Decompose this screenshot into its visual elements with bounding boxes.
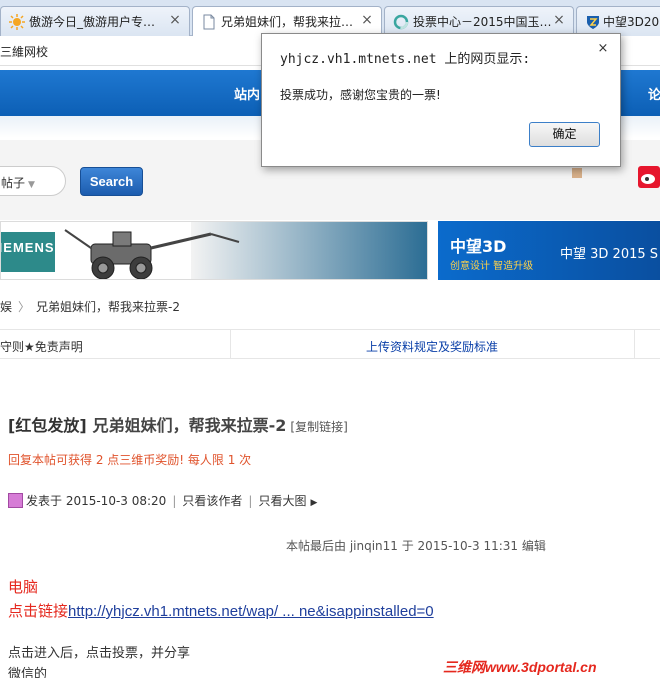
close-icon[interactable]: × (359, 12, 375, 28)
breadcrumb: 娱〉兄弟姐妹们，帮我来拉票-2 (0, 298, 180, 315)
zw3d-tagline: 创意设计 智造升级 (450, 261, 534, 272)
page-icon (201, 14, 217, 30)
divider (230, 330, 231, 358)
post-content-line: 点击进入后，点击投票，并分享 (8, 646, 191, 661)
nav-item-forum[interactable]: 论 (648, 84, 660, 103)
tab-vote-center[interactable]: 投票中心－2015中国玉… × (384, 6, 574, 36)
only-images-link[interactable]: 只看大图 (258, 494, 306, 508)
browser-tab-bar: 傲游今日_傲游用户专… × 兄弟姐妹们，帮我来拉… × 投票中心－2015中国玉… (0, 0, 660, 37)
post-content-line: 电脑 (8, 578, 39, 596)
share-icon[interactable] (572, 168, 582, 178)
breadcrumb-current[interactable]: 兄弟姐妹们，帮我来拉票-2 (36, 300, 180, 314)
thread-title: [红包发放] 兄弟姐妹们，帮我来拉票-2 [复制链接] (8, 412, 348, 436)
copy-link-button[interactable]: [复制链接] (290, 420, 347, 434)
shield-logo-icon (585, 14, 601, 30)
ad-banner-zw3d[interactable]: 中望3D 创意设计 智造升级 中望 3D 2015 S (438, 221, 660, 280)
close-icon[interactable]: × (167, 12, 183, 28)
robot-machine-illustration (64, 229, 240, 279)
tab-label: 傲游今日_傲游用户专… (29, 15, 156, 29)
link-label: 点击链接 (8, 602, 69, 620)
post-content-line: 点击链接http://yhjcz.vh1.mtnets.net/wap/ ...… (8, 600, 434, 621)
reward-notice: 回复本帖可获得 2 点三维币奖励! 每人限 1 次 (8, 453, 252, 467)
vote-url-link[interactable]: http://yhjcz.vh1.mtnets.net/wap/ ... ne&… (68, 603, 434, 620)
search-button[interactable]: Search (80, 167, 143, 196)
tab-label: 兄弟姐妹们，帮我来拉… (221, 15, 354, 29)
site-name[interactable]: 三維网校 (0, 43, 48, 60)
divider (634, 330, 635, 358)
tab-zwsoft[interactable]: 中望3D201… (576, 6, 660, 36)
site-watermark: 三维网www.3dportal.cn (443, 659, 597, 675)
tab-maxthon-today[interactable]: 傲游今日_傲游用户专… × (0, 6, 190, 36)
loading-ring-icon (393, 14, 409, 30)
siemens-logo: SIEMENS (1, 232, 55, 272)
close-icon[interactable]: × (551, 12, 567, 28)
thread-prefix-tag[interactable]: [红包发放] (8, 416, 87, 435)
close-icon[interactable]: × (596, 42, 610, 56)
chevron-down-icon: ▼ (28, 180, 35, 190)
js-alert-dialog: yhjcz.vh1.mtnets.net 上的网页显示: × 投票成功，感谢您宝… (261, 33, 621, 167)
post-meta: 发表于 2015-10-3 08:20 | 只看该作者 | 只看大图 ▶ (8, 492, 317, 509)
maxthon-sun-icon (9, 14, 25, 30)
alert-message: 投票成功，感谢您宝贵的一票! (280, 88, 441, 102)
zw3d-product-text: 中望 3D 2015 S (560, 247, 659, 262)
only-author-link[interactable]: 只看该作者 (182, 494, 242, 508)
upload-rules-link[interactable]: 上传资料规定及奖励标准 (366, 338, 498, 355)
nav-item-site[interactable]: 站内 (234, 84, 260, 103)
siemens-logo-text: SIEMENS (0, 240, 55, 255)
breadcrumb-prev[interactable]: 娱 (0, 300, 12, 314)
ad-banner-siemens[interactable]: SIEMENS (0, 221, 428, 280)
post-content-line: 微信的 (8, 667, 48, 678)
notice-row: 守则★免责声明 上传资料规定及奖励标准 (0, 329, 660, 359)
post-date: 发表于 2015-10-3 08:20 (26, 494, 167, 508)
tab-label: 投票中心－2015中国玉… (413, 15, 552, 29)
zw3d-logo: 中望3D (450, 237, 507, 256)
ok-button[interactable]: 确定 (529, 122, 600, 147)
thread-subject: 兄弟姐妹们，帮我来拉票-2 (92, 416, 287, 435)
tab-label: 中望3D201… (603, 15, 660, 29)
weibo-icon[interactable] (638, 166, 660, 188)
divider: | (248, 494, 253, 508)
divider: | (172, 494, 177, 508)
play-arrow-icon: ▶ (310, 498, 318, 508)
search-type-value: 帖子 (1, 176, 26, 190)
alert-title: yhjcz.vh1.mtnets.net 上的网页显示: (280, 52, 531, 67)
breadcrumb-separator: 〉 (18, 300, 31, 314)
search-type-select[interactable]: 帖子 ▼ (0, 166, 66, 196)
user-avatar-icon (8, 493, 23, 508)
edit-note: 本帖最后由 jinqin11 于 2015-10-3 11:31 编辑 (286, 539, 546, 553)
rules-disclaimer-link[interactable]: 守则★免责声明 (0, 338, 83, 355)
